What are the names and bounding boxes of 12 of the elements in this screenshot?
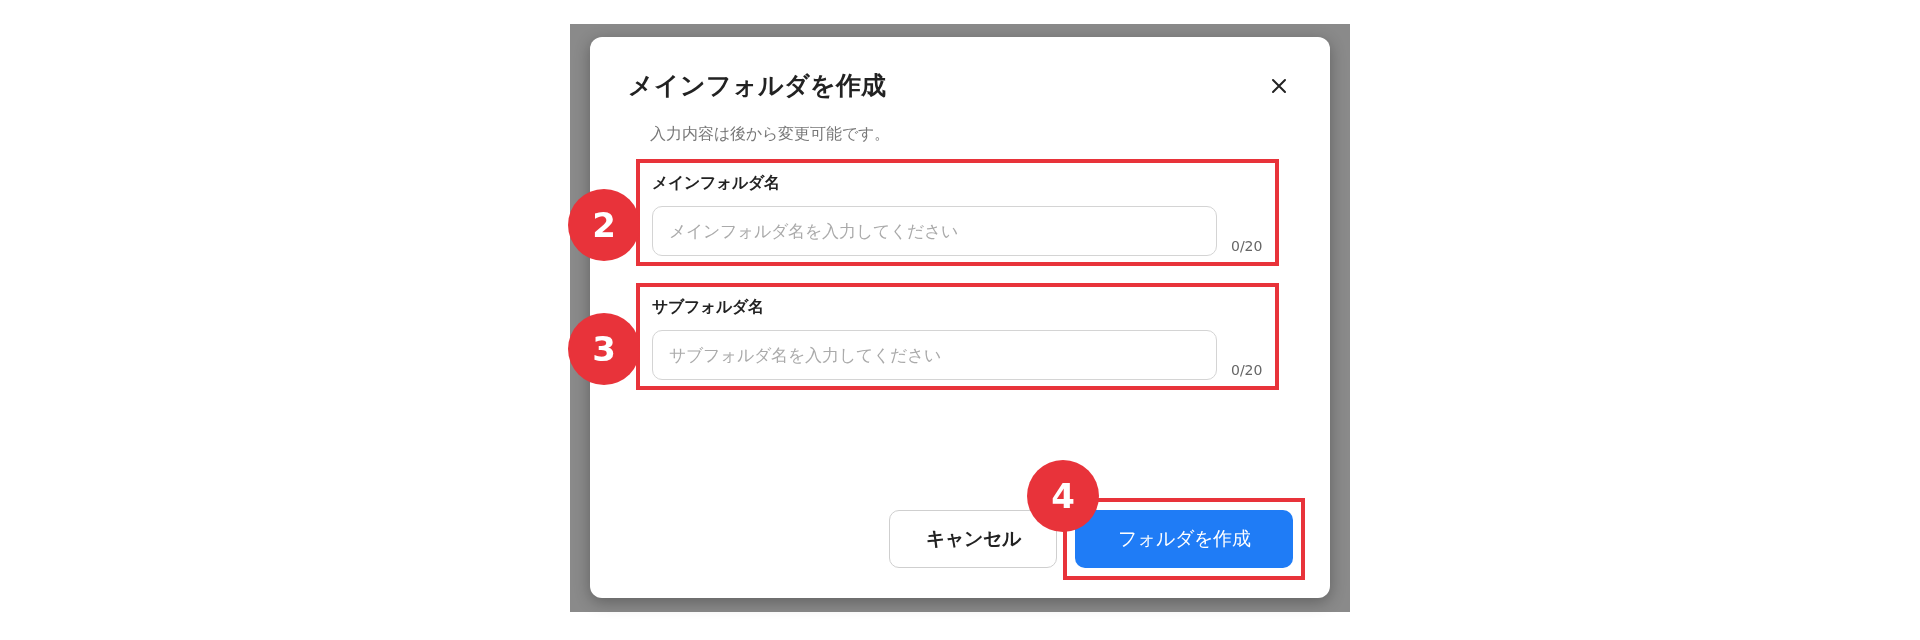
cancel-button[interactable]: キャンセル bbox=[889, 510, 1057, 568]
field-label: メインフォルダ名 bbox=[652, 173, 781, 194]
step-badge: 4 bbox=[1027, 460, 1099, 532]
input-field[interactable]: サブフォルダ名を入力してください bbox=[652, 330, 1217, 380]
dialog-subtitle: 入力内容は後から変更可能です。 bbox=[650, 124, 891, 145]
create-button[interactable]: フォルダを作成 bbox=[1075, 510, 1293, 568]
input-field[interactable]: メインフォルダ名を入力してください bbox=[652, 206, 1217, 256]
field-label: サブフォルダ名 bbox=[652, 297, 765, 318]
dialog-title: メインフォルダを作成 bbox=[628, 70, 886, 102]
character-counter: 0/20 bbox=[1231, 362, 1263, 378]
close-icon bbox=[1271, 77, 1287, 94]
character-counter: 0/20 bbox=[1231, 238, 1263, 254]
